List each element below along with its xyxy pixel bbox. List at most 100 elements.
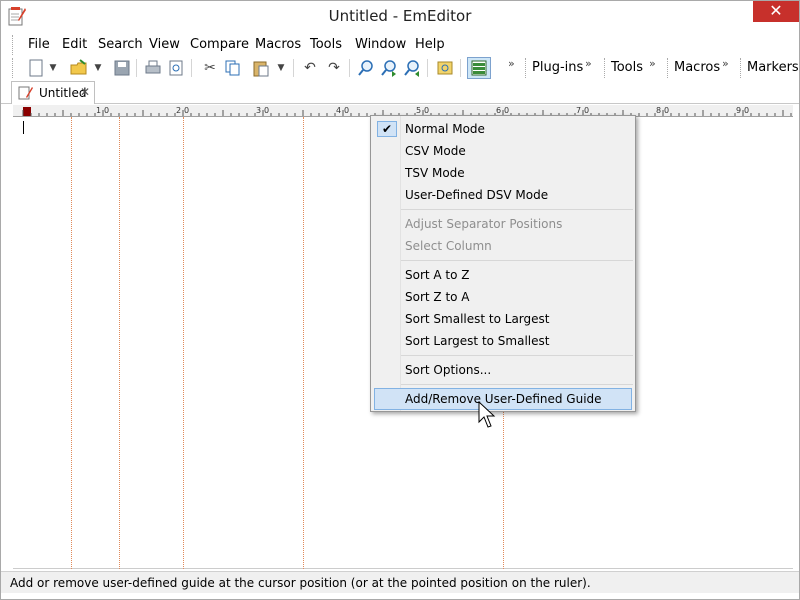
menubar-grip[interactable] — [12, 35, 15, 55]
find-icon[interactable] — [356, 58, 376, 78]
ruler-label: 5 — [416, 106, 421, 115]
ruler-label: 0 — [504, 106, 509, 115]
menu-window[interactable]: Window — [355, 37, 406, 52]
menu-item-normal-mode[interactable]: ✔ Normal Mode — [374, 118, 632, 140]
menu-separator — [401, 260, 633, 261]
menu-item-add-remove-user-defined-guide[interactable]: Add/Remove User-Defined Guide — [374, 388, 632, 410]
toolbar-grip[interactable] — [604, 58, 607, 78]
tools-overflow-chevron[interactable]: » — [649, 57, 656, 70]
tab-untitled[interactable]: Untitled ✕ — [11, 81, 95, 104]
cut-icon[interactable]: ✂ — [200, 58, 220, 78]
ruler-label: 0 — [104, 106, 109, 115]
dropdown-arrow-icon[interactable]: ▼ — [47, 58, 59, 78]
copy-icon[interactable] — [223, 58, 243, 78]
plugins-overflow-chevron[interactable]: » — [585, 57, 592, 70]
menu-item-sort-largest-to-smallest[interactable]: Sort Largest to Smallest — [374, 330, 632, 352]
toolbar: ▼ ▼ ✂ ▼ ↶ ↷ » Plug-ins » Tools » Macros … — [1, 56, 799, 80]
toolbar-grip[interactable] — [667, 58, 670, 78]
status-bar: Add or remove user-defined guide at the … — [1, 571, 799, 593]
guide-line — [183, 117, 184, 569]
print-icon[interactable] — [143, 58, 163, 78]
menu-item-label: Select Column — [405, 239, 492, 253]
menu-item-sort-a-to-z[interactable]: Sort A to Z — [374, 264, 632, 286]
toolbar-separator — [427, 59, 428, 77]
highlight-icon[interactable] — [435, 58, 455, 78]
document-icon — [17, 85, 33, 105]
menu-bar: File Edit Search View Compare Macros Too… — [1, 35, 799, 55]
menu-item-label: Adjust Separator Positions — [405, 217, 563, 231]
toolbar-separator — [349, 59, 350, 77]
plugins-toolbar-label[interactable]: Plug-ins — [532, 60, 583, 75]
menu-edit[interactable]: Edit — [62, 37, 87, 52]
dropdown-arrow-icon[interactable]: ▼ — [92, 58, 104, 78]
menu-item-csv-mode[interactable]: CSV Mode — [374, 140, 632, 162]
toolbar-separator — [191, 59, 192, 77]
menu-item-tsv-mode[interactable]: TSV Mode — [374, 162, 632, 184]
menu-item-sort-z-to-a[interactable]: Sort Z to A — [374, 286, 632, 308]
menu-item-sort-smallest-to-largest[interactable]: Sort Smallest to Largest — [374, 308, 632, 330]
print-preview-icon[interactable] — [166, 58, 186, 78]
tools-toolbar-label[interactable]: Tools — [611, 60, 643, 75]
menu-item-label: Sort Largest to Smallest — [405, 334, 550, 348]
menu-help[interactable]: Help — [415, 37, 445, 52]
ruler-label: 0 — [664, 106, 669, 115]
ruler-label: 3 — [256, 106, 261, 115]
checkmark-icon: ✔ — [377, 121, 397, 137]
paste-icon[interactable] — [251, 58, 271, 78]
redo-icon[interactable]: ↷ — [324, 58, 344, 78]
close-button[interactable]: ✕ — [753, 1, 799, 22]
menu-separator — [401, 384, 633, 385]
menu-item-label: TSV Mode — [405, 166, 465, 180]
csv-mode-context-menu: ✔ Normal Mode CSV Mode TSV Mode User-Def… — [370, 115, 636, 412]
ruler-label: 2 — [176, 106, 181, 115]
status-text: Add or remove user-defined guide at the … — [10, 576, 591, 590]
new-file-icon[interactable] — [26, 58, 46, 78]
find-next-icon[interactable] — [379, 58, 399, 78]
tab-close-icon[interactable]: ✕ — [80, 85, 90, 99]
menu-item-label: CSV Mode — [405, 144, 466, 158]
menu-macros[interactable]: Macros — [255, 37, 301, 52]
title-bar[interactable]: Untitled - EmEditor ✕ — [1, 1, 799, 31]
save-icon[interactable] — [112, 58, 132, 78]
open-folder-icon[interactable] — [69, 58, 89, 78]
ruler-label: 1 — [96, 106, 101, 115]
menu-tools[interactable]: Tools — [310, 37, 342, 52]
menu-item-adjust-separator-positions: Adjust Separator Positions — [374, 213, 632, 235]
menu-search[interactable]: Search — [98, 37, 143, 52]
menu-file[interactable]: File — [28, 37, 50, 52]
ruler-label: 4 — [336, 106, 341, 115]
menu-item-label: Normal Mode — [405, 122, 485, 136]
ruler-label: 0 — [184, 106, 189, 115]
menu-view[interactable]: View — [149, 37, 180, 52]
menu-item-user-defined-dsv-mode[interactable]: User-Defined DSV Mode — [374, 184, 632, 206]
ruler-label: 8 — [656, 106, 661, 115]
menu-item-label: Sort Z to A — [405, 290, 470, 304]
markers-toolbar-label[interactable]: Markers — [747, 60, 799, 75]
menu-item-sort-options[interactable]: Sort Options... — [374, 359, 632, 381]
ruler-label: 0 — [744, 106, 749, 115]
ruler-label: 7 — [576, 106, 581, 115]
window-title: Untitled - EmEditor — [328, 7, 472, 25]
csv-mode-icon[interactable] — [467, 57, 491, 79]
ruler-label: 9 — [736, 106, 741, 115]
toolbar-grip[interactable] — [12, 58, 15, 78]
ruler-label: 0 — [344, 106, 349, 115]
menu-item-label: Sort Smallest to Largest — [405, 312, 550, 326]
dropdown-arrow-icon[interactable]: ▼ — [275, 58, 287, 78]
macros-toolbar-label[interactable]: Macros — [674, 60, 720, 75]
toolbar-grip[interactable] — [740, 58, 743, 78]
undo-icon[interactable]: ↶ — [300, 58, 320, 78]
mouse-pointer-icon — [478, 400, 496, 432]
document-tab-strip: Untitled ✕ — [1, 80, 799, 104]
menu-compare[interactable]: Compare — [190, 37, 249, 52]
ruler-label: 0 — [584, 106, 589, 115]
menu-item-select-column: Select Column — [374, 235, 632, 257]
menu-separator — [401, 355, 633, 356]
toolbar-overflow-chevron[interactable]: » — [508, 57, 515, 70]
guide-line — [303, 117, 304, 569]
toolbar-grip[interactable] — [525, 58, 528, 78]
macros-overflow-chevron[interactable]: » — [722, 57, 729, 70]
find-previous-icon[interactable] — [402, 58, 422, 78]
text-caret — [23, 121, 24, 134]
guide-line — [71, 117, 72, 569]
